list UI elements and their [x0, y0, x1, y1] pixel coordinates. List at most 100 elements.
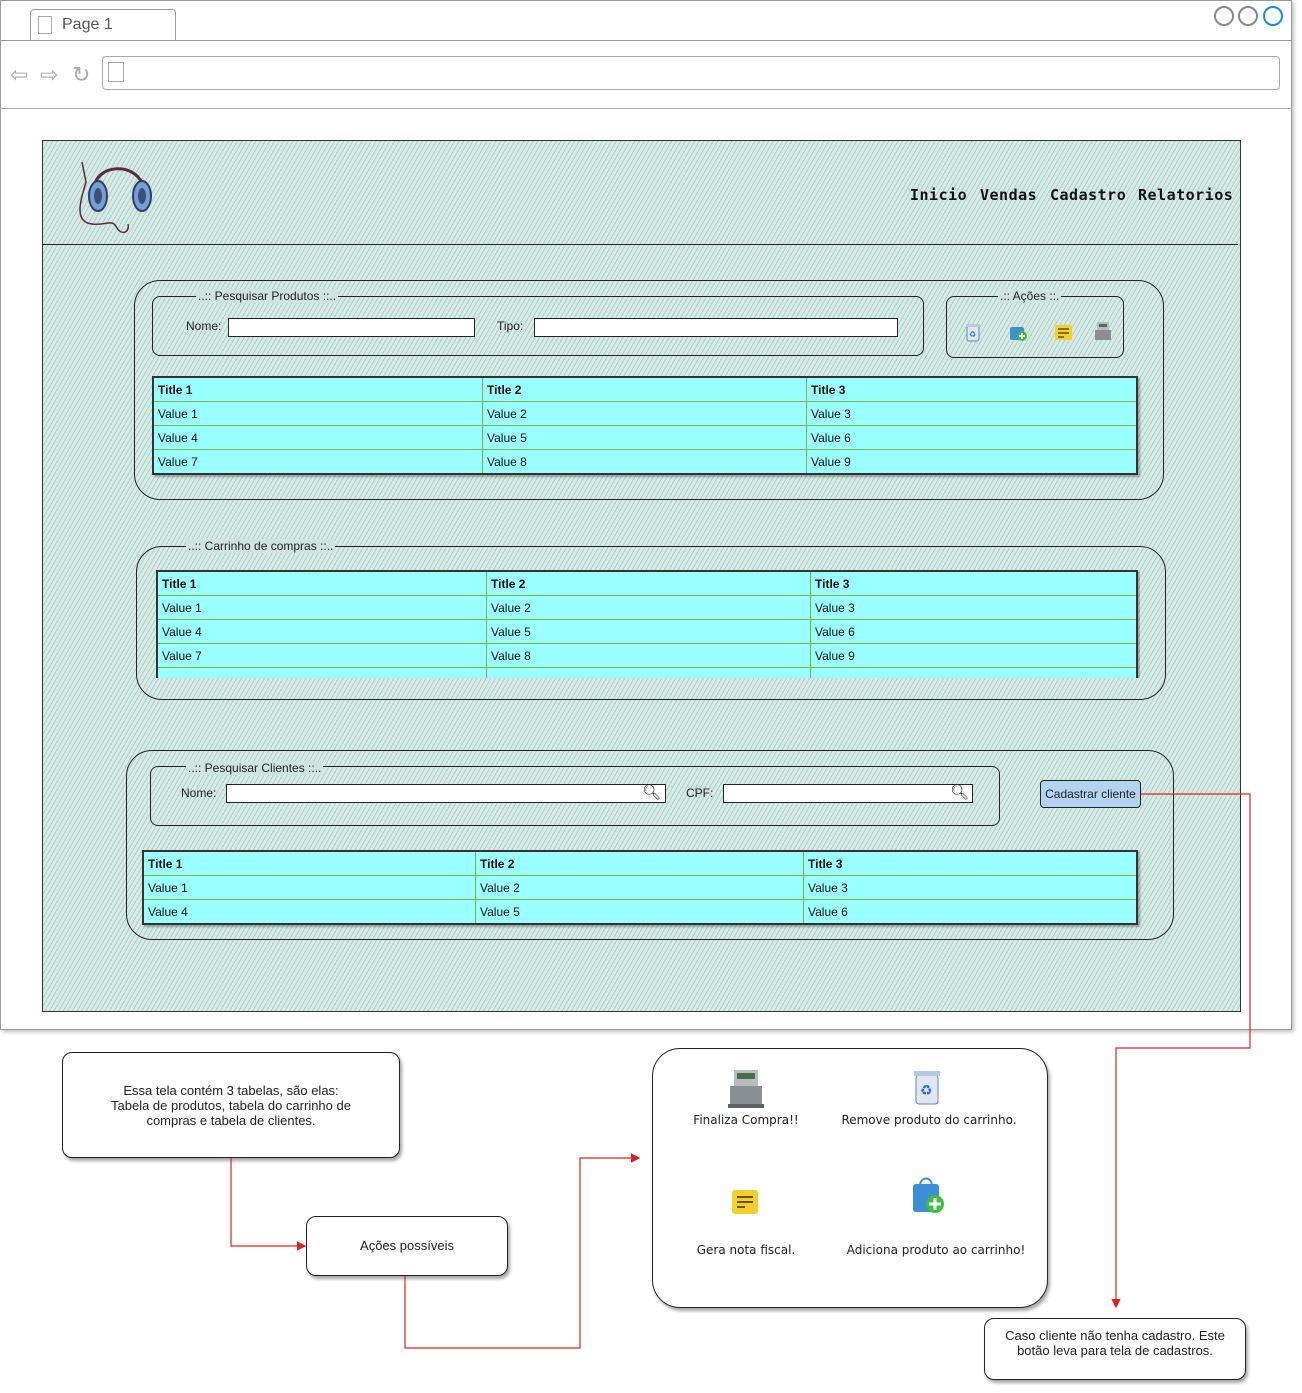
recycle-bin-icon: ♻ [914, 1071, 940, 1105]
table-cell: Value 6 [806, 425, 1138, 450]
url-bar[interactable] [102, 56, 1280, 90]
cliente-cpf-input[interactable] [723, 784, 973, 803]
note-icon[interactable] [1054, 324, 1074, 342]
table-row[interactable]: Value 1 Value 2 Value 3 [152, 401, 1138, 426]
column-header[interactable]: Title 3 [810, 570, 1138, 596]
table-cell: Value 1 [156, 595, 487, 620]
table-header-row: Title 1 Title 2 Title 3 [152, 376, 1138, 402]
menu-vendas[interactable]: Vendas [980, 186, 1037, 204]
table-cell: Value 3 [803, 875, 1138, 900]
table-cell: Value 2 [486, 595, 811, 620]
maximize-button[interactable] [1238, 6, 1258, 26]
cash-register-icon[interactable] [1092, 320, 1114, 342]
column-header[interactable]: Title 3 [806, 376, 1138, 402]
close-button[interactable] [1263, 6, 1283, 26]
page-icon [38, 16, 52, 34]
search-icon[interactable]: 🔍︎ [642, 783, 661, 801]
header-divider [42, 244, 1238, 245]
menu-cadastro[interactable]: Cadastro [1050, 186, 1126, 204]
column-header[interactable]: Title 2 [486, 570, 811, 596]
cadastrar-cliente-button[interactable]: Cadastrar cliente [1040, 780, 1141, 808]
carrinho-legend: ..:: Carrinho de compras ::.. [186, 539, 336, 553]
reload-icon[interactable]: ↻ [72, 62, 90, 88]
column-header[interactable]: Title 1 [156, 570, 487, 596]
tab-title: Page 1 [62, 16, 113, 33]
finaliza-compra-label: Finaliza Compra!! [693, 1113, 799, 1127]
acoes-legend: .:: Ações ::. [998, 289, 1062, 303]
pesquisar-clientes-legend: ..:: Pesquisar Clientes ::.. [186, 761, 324, 775]
table-cell: Value 6 [803, 899, 1138, 925]
column-header[interactable]: Title 1 [142, 850, 476, 876]
toolbar-divider [0, 108, 1292, 109]
adiciona-produto-label: Adiciona produto ao carrinho! [846, 1243, 1026, 1257]
table-row[interactable]: Value 7 Value 8 Value 9 [152, 449, 1138, 475]
back-arrow-icon[interactable]: ⇦ [10, 62, 28, 88]
table-cell: Value 5 [482, 425, 807, 450]
carrinho-table: Title 1 Title 2 Title 3 Value 1 Value 2 … [156, 570, 1138, 678]
table-cell: Value 5 [475, 899, 804, 925]
acoes-note: Ações possíveis [306, 1216, 508, 1276]
add-to-cart-icon[interactable] [1008, 322, 1028, 342]
svg-text:♻: ♻ [920, 1082, 933, 1098]
minimize-button[interactable] [1214, 6, 1234, 26]
table-cell: Value 7 [152, 449, 483, 475]
note-icon [732, 1190, 758, 1214]
nome-label: Nome: [186, 319, 222, 333]
column-header[interactable]: Title 1 [152, 376, 483, 402]
tab-divider [0, 40, 1292, 41]
table-row[interactable]: Value 7 Value 8 Value 9 [156, 643, 1138, 668]
table-row[interactable]: Value 4 Value 5 Value 6 [152, 425, 1138, 450]
cadastro-note: Caso cliente não tenha cadastro. Este bo… [984, 1318, 1246, 1380]
cliente-nome-input[interactable] [226, 784, 666, 803]
menu-relatorios[interactable]: Relatorios [1138, 186, 1233, 204]
forward-arrow-icon[interactable]: ⇨ [40, 62, 58, 88]
table-cell: Value 7 [156, 643, 487, 668]
page-icon [108, 62, 124, 82]
table-cell [486, 667, 811, 678]
table-cell: Value 5 [486, 619, 811, 644]
table-row[interactable]: Value 4 Value 5 Value 6 [156, 619, 1138, 644]
column-header[interactable]: Title 3 [803, 850, 1138, 876]
search-icon[interactable]: 🔍︎ [950, 783, 969, 801]
produto-tipo-select[interactable] [534, 318, 898, 337]
table-cell: Value 2 [475, 875, 804, 900]
table-cell: Value 2 [482, 401, 807, 426]
produtos-table: Title 1 Title 2 Title 3 Value 1 Value 2 … [152, 376, 1138, 475]
table-cell: Value 3 [806, 401, 1138, 426]
menu-inicio[interactable]: Inicio [910, 186, 967, 204]
tipo-label: Tipo: [497, 319, 524, 333]
cpf-label: CPF: [686, 786, 714, 800]
clientes-table: Title 1 Title 2 Title 3 Value 1 Value 2 … [142, 850, 1138, 925]
table-cell: Value 9 [806, 449, 1138, 475]
table-cell: Value 4 [156, 619, 487, 644]
table-row[interactable]: Value 1 Value 2 Value 3 [142, 875, 1138, 900]
tabelas-note: Essa tela contém 3 tabelas, são elas: Ta… [62, 1052, 400, 1158]
table-cell: Value 3 [810, 595, 1138, 620]
gera-nota-label: Gera nota fiscal. [696, 1243, 796, 1257]
table-cell: Value 4 [142, 899, 476, 925]
table-row[interactable] [156, 667, 1138, 678]
table-row[interactable]: Value 4 Value 5 Value 6 [142, 899, 1138, 925]
table-row[interactable]: Value 1 Value 2 Value 3 [156, 595, 1138, 620]
table-cell: Value 1 [152, 401, 483, 426]
remove-produto-label: Remove produto do carrinho. [841, 1113, 1017, 1127]
table-cell [810, 667, 1138, 678]
pesquisar-produtos-legend: ..:: Pesquisar Produtos ::.. [196, 289, 339, 303]
table-cell: Value 6 [810, 619, 1138, 644]
table-cell [156, 667, 487, 678]
nome-label: Nome: [181, 786, 217, 800]
table-cell: Value 4 [152, 425, 483, 450]
recycle-bin-icon[interactable]: ♻ [964, 322, 982, 342]
add-to-cart-icon [913, 1177, 944, 1213]
table-cell: Value 1 [142, 875, 476, 900]
table-header-row: Title 1 Title 2 Title 3 [142, 850, 1138, 876]
produto-nome-input[interactable] [228, 318, 475, 337]
headphones-logo-icon [79, 161, 152, 234]
svg-text:♻: ♻ [969, 330, 976, 339]
table-cell: Value 8 [482, 449, 807, 475]
column-header[interactable]: Title 2 [475, 850, 804, 876]
table-cell: Value 9 [810, 643, 1138, 668]
carrinho-table-viewport[interactable]: Title 1 Title 2 Title 3 Value 1 Value 2 … [156, 570, 1140, 678]
column-header[interactable]: Title 2 [482, 376, 807, 402]
acoes-legend-box [652, 1048, 1048, 1308]
